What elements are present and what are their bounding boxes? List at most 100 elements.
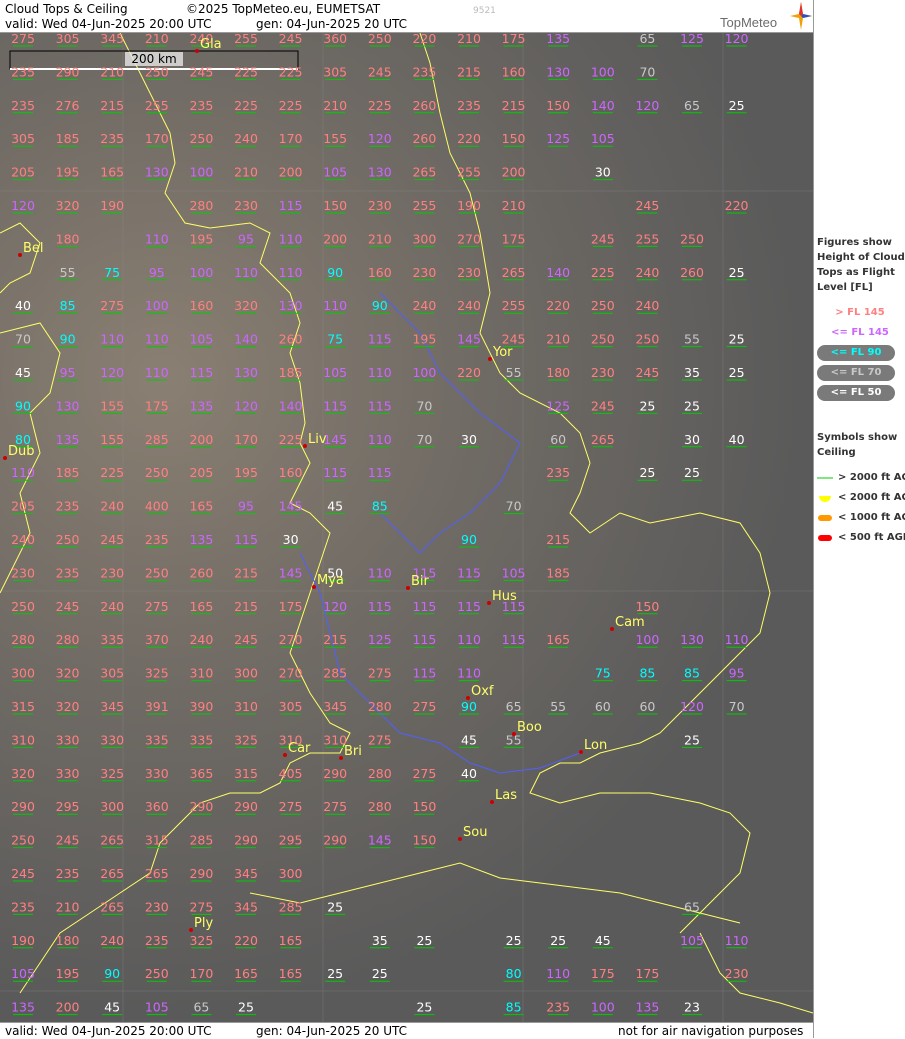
cloud-top-value: 180: [56, 231, 80, 246]
cloud-top-value: 215: [323, 632, 347, 647]
cloud-top-value: 120: [680, 699, 704, 714]
city-marker: [466, 696, 470, 700]
cloud-top-value: 175: [145, 398, 169, 413]
cloud-top-value: 185: [56, 131, 80, 146]
cloud-top-value: 160: [368, 265, 392, 280]
cloud-top-value: 365: [189, 766, 213, 781]
cloud-top-value: 195: [412, 332, 436, 347]
cloud-top-value: 110: [546, 966, 570, 981]
cloud-top-value: 110: [368, 365, 392, 380]
cloud-top-value: 290: [323, 833, 347, 848]
cloud-top-value: 195: [189, 231, 213, 246]
cloud-top-value: 280: [368, 799, 392, 814]
cloud-top-value: 295: [279, 833, 303, 848]
cloud-top-value: 25: [729, 365, 745, 380]
cloud-top-value: 95: [729, 666, 745, 681]
cloud-top-value: 215: [100, 98, 124, 113]
footer-generated-time: gen: 04-Jun-2025 20 UTC: [256, 1024, 408, 1038]
cloud-top-value: 250: [145, 465, 169, 480]
cloud-top-value: 85: [506, 1000, 522, 1015]
cloud-top-value: 100: [635, 632, 659, 647]
cloud-top-value: 105: [323, 365, 347, 380]
cloud-top-value: 30: [461, 432, 477, 447]
cloud-top-value: 240: [189, 632, 213, 647]
cloud-top-value: 250: [145, 64, 169, 79]
cloud-top-value: 165: [100, 165, 124, 180]
city-marker: [303, 444, 307, 448]
cloud-top-value: 240: [100, 499, 124, 514]
city-marker: [610, 627, 614, 631]
cloud-top-value: 230: [11, 565, 35, 580]
cloud-top-value: 230: [100, 565, 124, 580]
cloud-top-value: 275: [412, 766, 436, 781]
cloud-top-value: 30: [684, 432, 700, 447]
ceiling-legend-label: < 500 ft AGL: [838, 532, 905, 543]
cloud-top-value: 225: [279, 64, 303, 79]
cloud-top-value: 210: [56, 899, 80, 914]
satellite-map[interactable]: 200 km 275 305 345 210 240 255 245 360 250 220 210…: [0, 33, 813, 1022]
generated-time: gen: 04-Jun-2025 20 UTC: [256, 17, 408, 31]
cloud-top-value: 75: [595, 666, 611, 681]
cloud-top-value: 275: [368, 666, 392, 681]
cloud-top-value: 85: [639, 666, 655, 681]
cloud-top-value: 115: [234, 532, 258, 547]
cloud-top-value: 235: [145, 933, 169, 948]
cloud-top-value: 25: [238, 1000, 254, 1015]
cloud-top-value: 35: [372, 933, 388, 948]
cloud-top-value: 260: [412, 131, 436, 146]
cloud-top-value: 215: [234, 565, 258, 580]
cloud-top-value: 90: [461, 532, 477, 547]
cloud-top-value: 70: [729, 699, 745, 714]
city-marker: [458, 837, 462, 841]
cloud-top-value: 110: [368, 565, 392, 580]
cloud-top-value: 265: [145, 866, 169, 881]
cloud-top-value: 115: [323, 398, 347, 413]
cloud-top-value: 295: [56, 799, 80, 814]
cloud-top-value: 110: [145, 231, 169, 246]
cloud-top-value: 320: [11, 766, 35, 781]
cloud-top-value: 25: [327, 899, 343, 914]
cloud-top-value: 330: [56, 766, 80, 781]
cloud-top-value: 150: [412, 799, 436, 814]
ceiling-legend-label: < 1000 ft AGL: [838, 512, 905, 523]
cloud-top-value: 235: [56, 565, 80, 580]
cloud-top-value: 45: [104, 1000, 120, 1015]
cloud-top-value: 165: [546, 632, 570, 647]
cloud-top-value: 250: [635, 332, 659, 347]
cloud-top-value: 305: [279, 699, 303, 714]
cloud-top-value: 245: [100, 532, 124, 547]
cloud-top-values: 275 305 345 210 240 255 245 360 250 220 210 175 135 6…: [11, 33, 749, 1016]
cloud-top-value: 175: [502, 231, 526, 246]
cloud-top-value: 25: [729, 98, 745, 113]
cloud-top-value: 335: [189, 732, 213, 747]
cloud-top-value: 270: [457, 231, 481, 246]
cloud-top-value: 255: [145, 98, 169, 113]
cloud-top-value: 180: [56, 933, 80, 948]
cloud-top-value: 225: [279, 98, 303, 113]
cloud-top-value: 145: [368, 833, 392, 848]
ceiling-symbol-icon: [818, 535, 832, 541]
cloud-top-value: 60: [639, 699, 655, 714]
cloud-top-value: 115: [412, 632, 436, 647]
cloud-top-value: 230: [457, 265, 481, 280]
cloud-top-value: 115: [412, 666, 436, 681]
cloud-top-value: 70: [416, 398, 432, 413]
cloud-top-value: 30: [595, 165, 611, 180]
cloud-top-value: 135: [56, 432, 80, 447]
cloud-top-value: 320: [56, 699, 80, 714]
cloud-top-value: 305: [100, 666, 124, 681]
cloud-top-value: 150: [635, 599, 659, 614]
cloud-top-value: 40: [15, 298, 31, 313]
cloud-top-value: 275: [412, 699, 436, 714]
cloud-top-value: 390: [189, 699, 213, 714]
cloud-top-value: 45: [15, 365, 31, 380]
cloud-top-value: 255: [502, 298, 526, 313]
flight-level-legend-item: <= FL 70: [817, 365, 895, 381]
cloud-top-value: 125: [546, 398, 570, 413]
city-marker: [488, 357, 492, 361]
cloud-top-value: 95: [149, 265, 165, 280]
city-label: Bir: [411, 574, 430, 589]
cloud-top-value: 275: [279, 799, 303, 814]
city-label: Mya: [317, 573, 344, 588]
cloud-top-value: 140: [234, 332, 258, 347]
